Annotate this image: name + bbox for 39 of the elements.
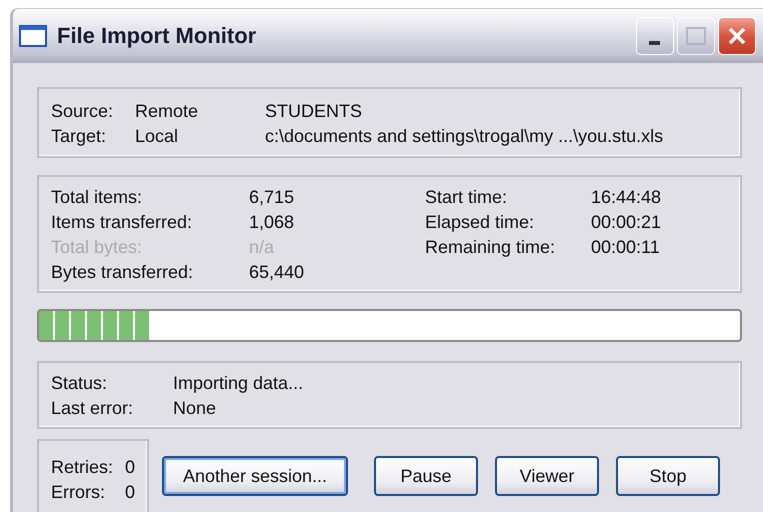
field-label: Remaining time: bbox=[425, 236, 556, 259]
field-label: Status: bbox=[51, 372, 108, 395]
field-value: 00:00:21 bbox=[591, 211, 662, 234]
field-value: Importing data... bbox=[173, 372, 304, 395]
field-value: 16:44:48 bbox=[591, 186, 662, 209]
window-title: File Import Monitor bbox=[57, 23, 258, 49]
path-value: c:\documents and settings\trogal\my ...\you.stu.xls bbox=[265, 125, 664, 148]
location-value: Remote bbox=[135, 100, 200, 123]
field-value: 0 bbox=[124, 456, 135, 479]
path-value: STUDENTS bbox=[265, 100, 362, 123]
field-label: Start time: bbox=[425, 186, 508, 209]
window-icon bbox=[19, 25, 47, 47]
close-button[interactable] bbox=[718, 17, 756, 55]
field-label: Target: bbox=[51, 125, 108, 148]
field-label: Errors: bbox=[51, 481, 106, 504]
maximize-icon bbox=[686, 27, 706, 45]
minimize-button[interactable] bbox=[636, 17, 674, 55]
action-button[interactable]: Another session... bbox=[162, 456, 348, 496]
field-label: Items transferred: bbox=[51, 211, 194, 234]
action-button[interactable]: Stop bbox=[616, 456, 720, 496]
field-label: Bytes transferred: bbox=[51, 261, 194, 284]
field-label: Source: bbox=[51, 100, 114, 123]
field-label: Last error: bbox=[51, 397, 134, 420]
location-value: Local bbox=[135, 125, 180, 148]
field-value: 6,715 bbox=[249, 186, 294, 209]
action-button[interactable]: Viewer bbox=[495, 456, 599, 496]
field-value: 65,440 bbox=[249, 261, 304, 284]
field-value: 1,068 bbox=[249, 211, 294, 234]
action-button[interactable]: Pause bbox=[374, 456, 478, 496]
field-value: None bbox=[173, 397, 216, 420]
field-label: Retries: bbox=[51, 456, 114, 479]
field-value: 00:00:11 bbox=[591, 236, 660, 259]
field-label: Total bytes: bbox=[51, 236, 144, 259]
minimize-icon bbox=[649, 40, 661, 46]
field-label: Elapsed time: bbox=[425, 211, 536, 234]
field-value: n/a bbox=[249, 236, 274, 259]
close-icon bbox=[727, 26, 747, 46]
field-value: 0 bbox=[124, 481, 135, 504]
field-label: Total items: bbox=[51, 186, 144, 209]
